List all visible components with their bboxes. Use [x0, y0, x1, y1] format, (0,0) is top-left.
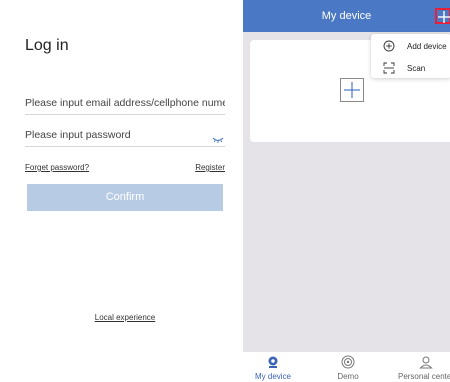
plus-icon — [438, 11, 450, 23]
tab-label: Personal center — [397, 372, 450, 381]
password-field[interactable] — [25, 117, 225, 146]
tab-my-device[interactable]: My device — [248, 352, 298, 382]
tab-label: My device — [254, 372, 291, 381]
menu-item-label: Scan — [407, 64, 426, 73]
add-device-card-button[interactable] — [340, 78, 364, 102]
camera-icon — [266, 355, 280, 369]
tab-label: Demo — [337, 372, 359, 381]
password-field-container — [25, 117, 225, 147]
header-title: My device — [321, 10, 372, 22]
email-field[interactable] — [25, 85, 225, 114]
menu-item-add-device[interactable]: Add device — [371, 36, 450, 56]
local-experience-container: Local experience — [0, 313, 250, 322]
auth-links: Forget password? Register — [25, 163, 225, 177]
tab-personal-center[interactable]: Personal center — [391, 352, 450, 382]
scan-icon — [383, 62, 395, 74]
page-title: Log in — [25, 37, 69, 54]
add-circle-icon — [383, 40, 395, 52]
local-experience-link[interactable]: Local experience — [95, 313, 155, 322]
menu-item-label: Add device — [407, 42, 447, 51]
eye-closed-icon[interactable] — [212, 131, 224, 143]
person-icon — [419, 355, 433, 369]
forget-password-link[interactable]: Forget password? — [25, 163, 89, 172]
menu-item-scan[interactable]: Scan — [371, 58, 450, 78]
email-field-container — [25, 85, 225, 115]
register-link[interactable]: Register — [195, 163, 225, 172]
tab-demo[interactable]: Demo — [323, 352, 373, 382]
header-bar: My device — [243, 0, 450, 32]
add-menu: Add device Scan — [371, 34, 450, 78]
bottom-tab-bar: My device Demo Personal center — [243, 352, 450, 382]
confirm-button[interactable]: Confirm — [27, 184, 223, 211]
demo-icon — [341, 355, 355, 369]
add-plus-button[interactable] — [435, 8, 450, 24]
plus-icon — [344, 82, 360, 98]
device-panel: My device Add device Scan My device Demo… — [243, 0, 450, 382]
login-panel: Log in Forget password? Register Confirm… — [0, 0, 243, 382]
